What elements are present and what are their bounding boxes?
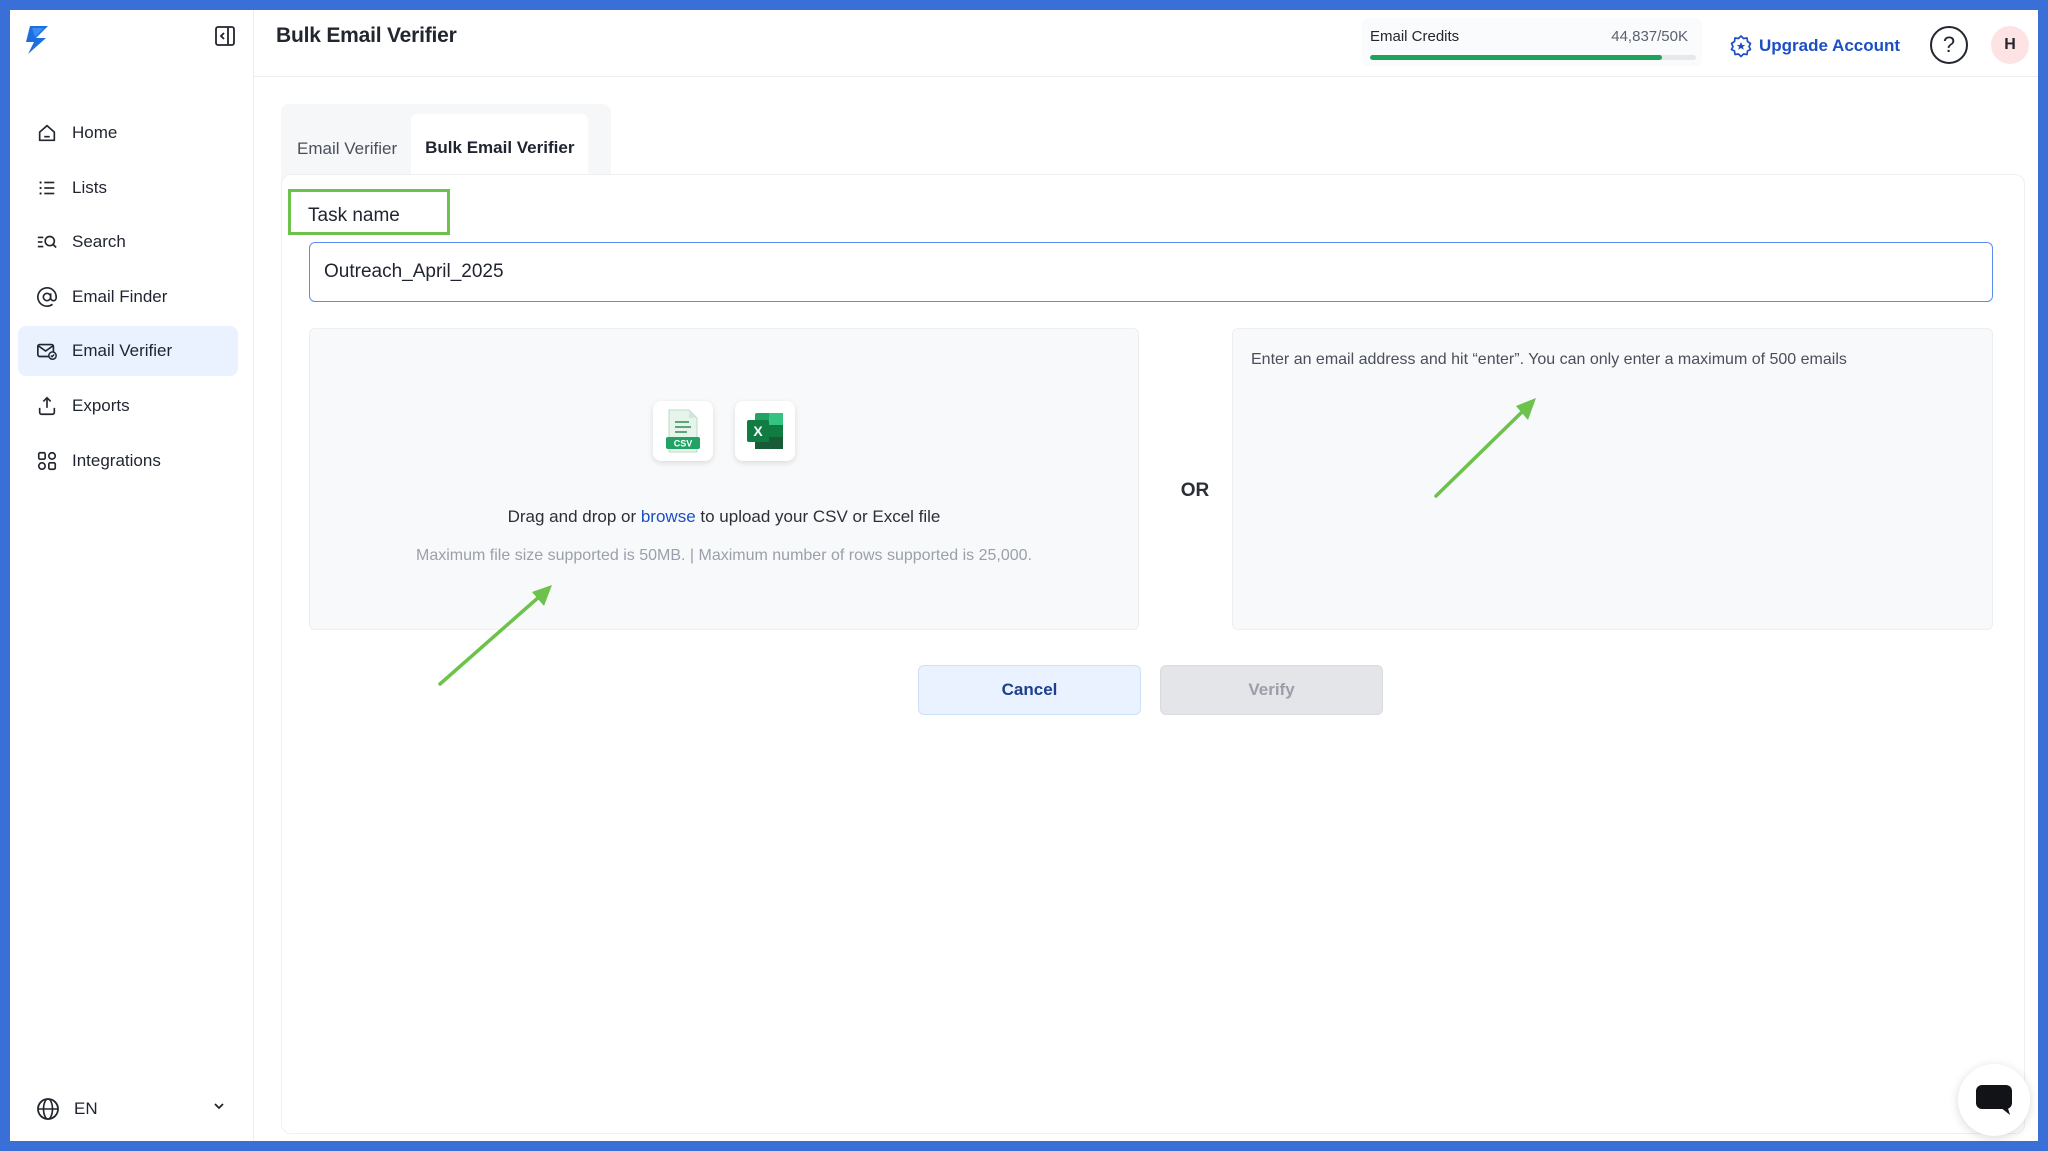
sidebar-item-search[interactable]: Search (18, 217, 238, 267)
chat-widget-button[interactable] (1958, 1064, 2030, 1136)
drop-instructions: Drag and drop or browse to upload your C… (310, 507, 1138, 527)
excel-badge-text: X (753, 423, 763, 439)
page-title: Bulk Email Verifier (276, 24, 457, 47)
annotation-arrow-icon (438, 585, 552, 686)
help-button[interactable]: ? (1930, 26, 1968, 64)
email-credits-widget: Email Credits 44,837/50K (1362, 18, 1702, 66)
annotation-arrow-icon (1434, 398, 1536, 498)
credits-progress-fill (1370, 55, 1663, 60)
email-entry-placeholder: Enter an email address and hit “enter”. … (1251, 351, 1847, 368)
sidebar-item-email-verifier[interactable]: Email Verifier (18, 326, 238, 377)
csv-file-icon: CSV (653, 401, 713, 461)
email-entry-area[interactable]: Enter an email address and hit “enter”. … (1232, 328, 1993, 630)
verify-button[interactable]: Verify (1160, 665, 1383, 715)
sidebar-item-home[interactable]: Home (18, 108, 238, 158)
chevron-down-icon (214, 1103, 224, 1110)
sidebar: Home Lists Search Email Finder Email Ver… (10, 10, 254, 1141)
browse-link[interactable]: browse (641, 507, 696, 526)
list-icon (39, 180, 55, 195)
cancel-button[interactable]: Cancel (918, 665, 1141, 715)
sidebar-item-label: Lists (72, 177, 107, 197)
csv-badge-text: CSV (674, 439, 693, 449)
task-name-label: Task name (308, 205, 400, 226)
verifier-tabs: Email Verifier Bulk Email Verifier (281, 104, 611, 184)
collapse-sidebar-icon[interactable] (213, 24, 237, 48)
app-logo[interactable] (20, 22, 56, 58)
or-divider: OR (1180, 480, 1210, 501)
app-window: Home Lists Search Email Finder Email Ver… (10, 10, 2038, 1141)
sidebar-nav: Home Lists Search Email Finder Email Ver… (18, 108, 238, 490)
sidebar-item-exports[interactable]: Exports (18, 381, 238, 431)
home-icon (38, 124, 56, 142)
sidebar-item-label: Exports (72, 395, 130, 415)
credits-value: 44,837/50K (1611, 28, 1688, 45)
sidebar-item-label: Search (72, 232, 126, 252)
integrations-icon (37, 451, 57, 470)
language-selector[interactable]: EN (36, 1095, 226, 1123)
upload-limits-hint: Maximum file size supported is 50MB. | M… (416, 547, 1032, 564)
language-label: EN (74, 1099, 98, 1118)
at-icon (37, 286, 57, 307)
sidebar-item-label: Email Finder (72, 286, 168, 306)
avatar[interactable]: H (1991, 26, 2029, 64)
credits-label: Email Credits (1370, 28, 1460, 45)
credits-progress-bar (1370, 55, 1696, 60)
globe-icon (37, 1098, 59, 1120)
drop-text-after: to upload your CSV or Excel file (695, 507, 941, 526)
chat-bubble-icon (1976, 1085, 2012, 1115)
sidebar-item-label: Email Verifier (72, 341, 173, 361)
sidebar-item-lists[interactable]: Lists (18, 163, 238, 213)
sidebar-item-label: Integrations (72, 450, 161, 470)
task-name-input[interactable] (309, 242, 1993, 302)
search-icon (37, 235, 57, 249)
export-icon (38, 396, 56, 416)
sidebar-item-label: Home (72, 123, 118, 142)
upgrade-label: Upgrade Account (1759, 36, 1901, 55)
upgrade-account-button[interactable]: Upgrade Account (1729, 24, 1900, 68)
upgrade-badge-icon (1730, 35, 1752, 58)
top-bar: Bulk Email Verifier Email Credits 44,837… (254, 10, 2038, 77)
drop-text-before: Drag and drop or (507, 507, 641, 526)
sidebar-item-integrations[interactable]: Integrations (18, 436, 238, 486)
sidebar-item-email-finder[interactable]: Email Finder (18, 272, 238, 322)
excel-file-icon: X (735, 401, 795, 461)
mail-check-icon (37, 344, 57, 361)
